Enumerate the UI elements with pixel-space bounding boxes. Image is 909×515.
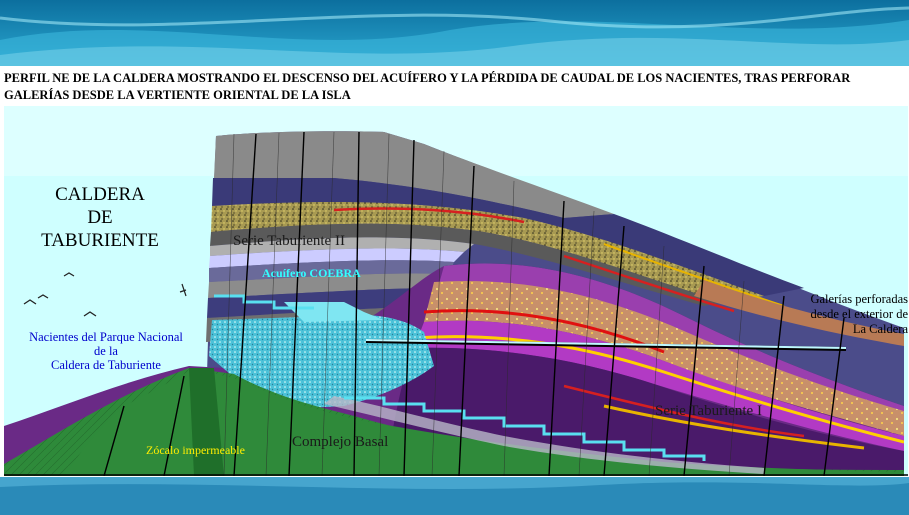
acuifero-label: Acuífero COEBRA (262, 266, 361, 280)
geological-profile (4, 106, 908, 476)
diagram-title: PERFIL NE DE LA CALDERA MOSTRANDO EL DES… (4, 71, 851, 102)
caldera-label: CALDERA DE TABURIENTE (30, 183, 170, 252)
footer-banner (0, 477, 909, 515)
nacientes-line-3: Caldera de Taburiente (51, 358, 161, 372)
zocalo-label: Zócalo impermeable (146, 443, 245, 457)
header-banner (0, 0, 909, 66)
serie-taburiente-2-label: Serie Taburiente II (233, 233, 345, 249)
caldera-line-2: DE (87, 207, 113, 228)
galerias-line-3: La Caldera (852, 322, 908, 336)
nacientes-label: Nacientes del Parque Nacional de la Cald… (16, 330, 196, 372)
galerias-label: Galerías perforadas desde el exterior de… (760, 292, 908, 337)
serie-taburiente-1-label: Serie Taburiente I (655, 403, 762, 419)
complejo-basal-label: Complejo Basal (292, 434, 389, 450)
nacientes-line-1: Nacientes del Parque Nacional (29, 330, 183, 344)
galerias-line-1: Galerías perforadas (810, 292, 908, 306)
caldera-line-3: TABURIENTE (41, 230, 159, 251)
caldera-line-1: CALDERA (55, 184, 145, 205)
galerias-line-2: desde el exterior de (810, 307, 908, 321)
nacientes-line-2: de la (94, 344, 118, 358)
